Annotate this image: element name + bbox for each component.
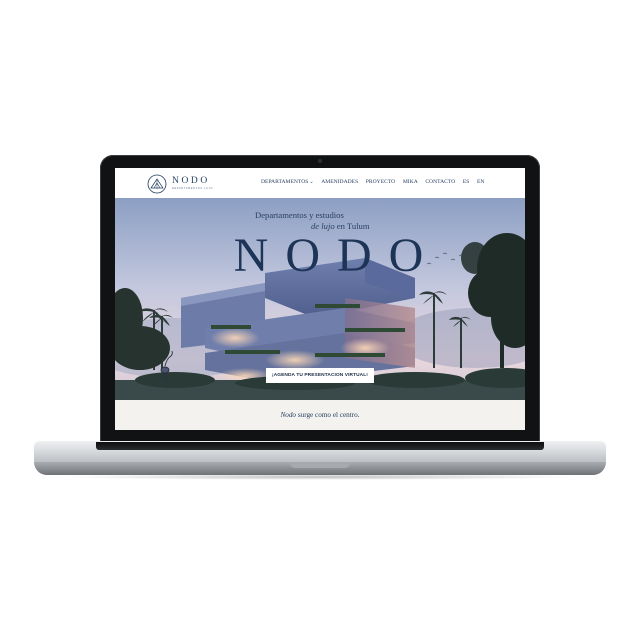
- nav-item-contacto[interactable]: CONTACTO: [425, 179, 455, 185]
- lang-en[interactable]: EN: [477, 179, 484, 185]
- nav-item-proyecto[interactable]: PROYECTO: [366, 179, 395, 185]
- intro-section: Nodo surge como el centro.: [115, 400, 525, 430]
- laptop-notch: [290, 463, 350, 468]
- chevron-down-icon: ⌄: [309, 180, 314, 185]
- nav-item-mika[interactable]: MIKA: [403, 179, 418, 185]
- site-header: NODO DEPARTAMENTOS LUJO DEPARTAMENTOS⌄ A…: [115, 168, 525, 198]
- camera-icon: [318, 159, 322, 163]
- logo-subtitle: DEPARTAMENTOS LUJO: [172, 187, 214, 190]
- laptop-screen: NODO DEPARTAMENTOS LUJO DEPARTAMENTOS⌄ A…: [115, 168, 525, 430]
- hero: Departamentos y estudios de lujo en Tulu…: [115, 198, 525, 400]
- logo-word: NODO: [172, 176, 210, 186]
- logo-mark-icon: [147, 174, 167, 194]
- main-nav: DEPARTAMENTOS⌄ AMENIDADES PROYECTO MIKA …: [261, 179, 492, 185]
- logo-text: NODO DEPARTAMENTOS LUJO: [172, 176, 214, 191]
- cta-button[interactable]: ¡AGENDA TU PRESENTACION VIRTUAL!: [266, 368, 374, 383]
- hero-subtitle-line1: Departamentos y estudios: [255, 210, 344, 220]
- lang-es[interactable]: ES: [463, 179, 470, 185]
- nav-item-label: DEPARTAMENTOS: [261, 179, 309, 185]
- hero-title: NODO: [233, 229, 441, 282]
- keyboard-strip: [96, 442, 544, 450]
- intro-emphasis: Nodo: [280, 411, 297, 419]
- intro-text: Nodo surge como el centro.: [115, 411, 525, 419]
- laptop-shadow: [60, 474, 580, 480]
- nav-item-amenidades[interactable]: AMENIDADES: [321, 179, 358, 185]
- laptop-mockup: NODO DEPARTAMENTOS LUJO DEPARTAMENTOS⌄ A…: [0, 0, 640, 640]
- nav-item-departamentos[interactable]: DEPARTAMENTOS⌄: [261, 179, 314, 185]
- intro-rest: surge como el centro.: [296, 411, 360, 419]
- logo[interactable]: NODO DEPARTAMENTOS LUJO: [147, 174, 213, 194]
